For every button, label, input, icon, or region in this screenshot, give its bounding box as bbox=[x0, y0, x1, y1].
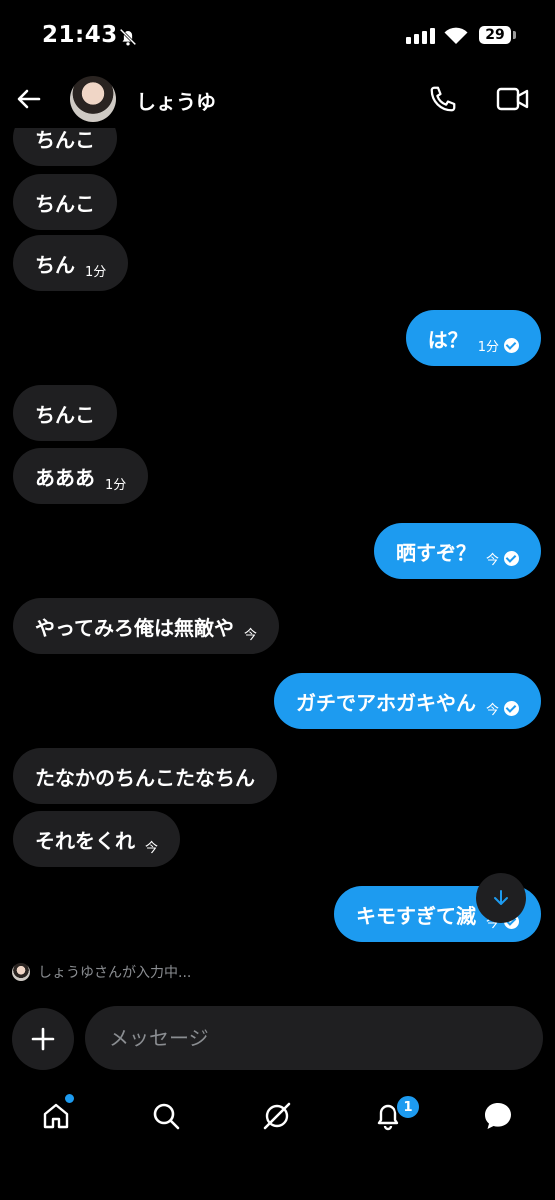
conversation-header: しょうゆ bbox=[0, 72, 555, 128]
message-time: 今 bbox=[145, 840, 159, 856]
message-text: あああ bbox=[35, 465, 95, 490]
notification-count-badge: 1 bbox=[395, 1094, 421, 1120]
home-new-indicator bbox=[63, 1092, 76, 1105]
video-call-icon[interactable] bbox=[496, 86, 530, 116]
message-composer[interactable] bbox=[85, 1006, 543, 1070]
message-text: ガチでアホガキやん bbox=[295, 690, 476, 715]
phone-call-icon[interactable] bbox=[428, 84, 458, 118]
message-text: やってみろ俺は無敵や bbox=[35, 615, 234, 640]
message-time: 今 bbox=[485, 552, 499, 568]
typing-indicator: しょうゆさんが入力中... bbox=[12, 962, 191, 982]
message-text: ちんこ bbox=[35, 402, 95, 427]
message-time: 1分 bbox=[477, 339, 499, 355]
wifi-icon bbox=[443, 25, 469, 49]
back-arrow-icon[interactable] bbox=[14, 84, 44, 118]
message-text: ちんこ bbox=[35, 191, 95, 216]
read-check-icon bbox=[504, 550, 519, 566]
message-text: たなかのちんこたなちん bbox=[35, 765, 255, 790]
scroll-to-bottom-button[interactable] bbox=[476, 873, 526, 923]
plus-icon bbox=[31, 1027, 55, 1051]
message-text: キモすぎて滅 bbox=[355, 903, 476, 928]
message-list[interactable]: ちんこ ちんこ ちん 1分 は？ 1分 ちんこ あああ 1分 晒すぞ？ 今 やっ… bbox=[0, 128, 555, 958]
message-text: ちんこ bbox=[35, 128, 95, 152]
message-time: 1分 bbox=[85, 264, 107, 280]
message-bubble-outgoing[interactable]: は？ 1分 bbox=[405, 310, 541, 366]
add-attachment-button[interactable] bbox=[12, 1008, 74, 1070]
message-text: ちん bbox=[35, 252, 75, 277]
message-bubble-incoming[interactable]: ちん 1分 bbox=[13, 235, 129, 291]
message-text: それをくれ bbox=[35, 828, 135, 853]
message-input[interactable] bbox=[107, 1025, 511, 1051]
message-time: 今 bbox=[244, 627, 258, 643]
message-bubble-incoming[interactable]: たなかのちんこたなちん bbox=[13, 748, 277, 804]
bell-off-icon bbox=[117, 26, 139, 52]
messages-icon[interactable] bbox=[478, 1096, 518, 1136]
read-check-icon bbox=[504, 700, 519, 716]
message-bubble-incoming[interactable]: やってみろ俺は無敵や 今 bbox=[13, 598, 280, 654]
message-text: 晒すぞ？ bbox=[395, 540, 476, 565]
message-text: は？ bbox=[427, 327, 468, 352]
message-bubble-outgoing[interactable]: 晒すぞ？ 今 bbox=[373, 523, 541, 579]
contact-name[interactable]: しょうゆ bbox=[136, 86, 216, 115]
status-bar: 21:43 29 bbox=[0, 0, 555, 72]
message-bubble-incoming[interactable]: ちんこ bbox=[13, 128, 117, 166]
home-indicator bbox=[0, 1180, 555, 1200]
message-bubble-outgoing[interactable]: ガチでアホガキやん 今 bbox=[273, 673, 541, 729]
message-bubble-incoming[interactable]: それをくれ 今 bbox=[13, 811, 181, 867]
message-bubble-incoming[interactable]: ちんこ bbox=[13, 174, 117, 230]
battery-icon: 29 bbox=[479, 26, 511, 44]
signal-icon bbox=[406, 28, 435, 44]
grok-icon[interactable] bbox=[257, 1096, 297, 1136]
battery-tip bbox=[513, 31, 516, 39]
message-bubble-incoming[interactable]: ちんこ bbox=[13, 385, 117, 441]
read-check-icon bbox=[504, 337, 519, 353]
typing-avatar bbox=[12, 963, 30, 981]
message-time: 今 bbox=[485, 702, 499, 718]
battery-level: 29 bbox=[485, 27, 505, 43]
bottom-tab-bar bbox=[0, 1088, 555, 1148]
contact-avatar[interactable] bbox=[70, 76, 116, 122]
message-time: 1分 bbox=[105, 477, 127, 493]
typing-text: しょうゆさんが入力中... bbox=[38, 965, 192, 981]
arrow-down-icon bbox=[494, 890, 508, 905]
search-icon[interactable] bbox=[146, 1096, 186, 1136]
message-bubble-incoming[interactable]: あああ 1分 bbox=[13, 448, 149, 504]
status-time: 21:43 bbox=[42, 22, 118, 48]
